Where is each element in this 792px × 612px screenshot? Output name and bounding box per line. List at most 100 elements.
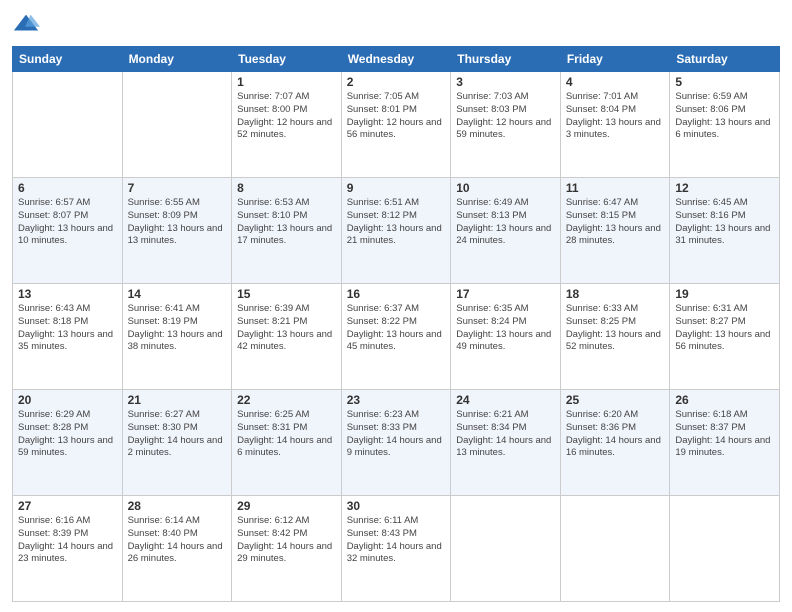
day-info: Sunrise: 6:35 AM Sunset: 8:24 PM Dayligh… [456, 303, 555, 354]
day-number: 17 [456, 287, 555, 301]
calendar-cell: 8 Sunrise: 6:53 AM Sunset: 8:10 PM Daylig… [232, 178, 342, 284]
calendar-cell: 16 Sunrise: 6:37 AM Sunset: 8:22 PM Dayli… [341, 284, 451, 390]
day-info: Sunrise: 6:57 AM Sunset: 8:07 PM Dayligh… [18, 197, 117, 248]
day-number: 3 [456, 75, 555, 89]
day-info: Sunrise: 6:18 AM Sunset: 8:37 PM Dayligh… [675, 409, 774, 460]
day-number: 30 [347, 499, 446, 513]
calendar-cell: 25 Sunrise: 6:20 AM Sunset: 8:36 PM Dayli… [560, 390, 670, 496]
calendar-cell: 24 Sunrise: 6:21 AM Sunset: 8:34 PM Dayli… [451, 390, 561, 496]
day-info: Sunrise: 6:14 AM Sunset: 8:40 PM Dayligh… [128, 515, 227, 566]
day-number: 20 [18, 393, 117, 407]
calendar-table: SundayMondayTuesdayWednesdayThursdayFrid… [12, 46, 780, 602]
calendar-cell: 17 Sunrise: 6:35 AM Sunset: 8:24 PM Dayli… [451, 284, 561, 390]
day-info: Sunrise: 6:12 AM Sunset: 8:42 PM Dayligh… [237, 515, 336, 566]
day-number: 6 [18, 181, 117, 195]
day-info: Sunrise: 7:03 AM Sunset: 8:03 PM Dayligh… [456, 91, 555, 142]
day-info: Sunrise: 6:37 AM Sunset: 8:22 PM Dayligh… [347, 303, 446, 354]
day-number: 9 [347, 181, 446, 195]
day-info: Sunrise: 6:47 AM Sunset: 8:15 PM Dayligh… [566, 197, 665, 248]
logo-icon [12, 10, 40, 38]
calendar-cell: 22 Sunrise: 6:25 AM Sunset: 8:31 PM Dayli… [232, 390, 342, 496]
calendar-cell: 15 Sunrise: 6:39 AM Sunset: 8:21 PM Dayli… [232, 284, 342, 390]
calendar-cell: 6 Sunrise: 6:57 AM Sunset: 8:07 PM Daylig… [13, 178, 123, 284]
day-info: Sunrise: 6:59 AM Sunset: 8:06 PM Dayligh… [675, 91, 774, 142]
day-number: 23 [347, 393, 446, 407]
day-info: Sunrise: 6:39 AM Sunset: 8:21 PM Dayligh… [237, 303, 336, 354]
day-number: 8 [237, 181, 336, 195]
day-info: Sunrise: 6:23 AM Sunset: 8:33 PM Dayligh… [347, 409, 446, 460]
calendar-cell: 11 Sunrise: 6:47 AM Sunset: 8:15 PM Dayli… [560, 178, 670, 284]
day-info: Sunrise: 6:41 AM Sunset: 8:19 PM Dayligh… [128, 303, 227, 354]
day-number: 11 [566, 181, 665, 195]
day-number: 2 [347, 75, 446, 89]
calendar-cell: 23 Sunrise: 6:23 AM Sunset: 8:33 PM Dayli… [341, 390, 451, 496]
weekday-header: Saturday [670, 47, 780, 72]
day-info: Sunrise: 6:27 AM Sunset: 8:30 PM Dayligh… [128, 409, 227, 460]
day-number: 24 [456, 393, 555, 407]
day-number: 15 [237, 287, 336, 301]
weekday-header: Sunday [13, 47, 123, 72]
calendar-cell: 7 Sunrise: 6:55 AM Sunset: 8:09 PM Daylig… [122, 178, 232, 284]
day-number: 22 [237, 393, 336, 407]
calendar-cell: 28 Sunrise: 6:14 AM Sunset: 8:40 PM Dayli… [122, 496, 232, 602]
calendar-cell: 26 Sunrise: 6:18 AM Sunset: 8:37 PM Dayli… [670, 390, 780, 496]
day-info: Sunrise: 6:33 AM Sunset: 8:25 PM Dayligh… [566, 303, 665, 354]
day-info: Sunrise: 6:43 AM Sunset: 8:18 PM Dayligh… [18, 303, 117, 354]
calendar-cell: 13 Sunrise: 6:43 AM Sunset: 8:18 PM Dayli… [13, 284, 123, 390]
day-number: 25 [566, 393, 665, 407]
day-info: Sunrise: 6:55 AM Sunset: 8:09 PM Dayligh… [128, 197, 227, 248]
day-info: Sunrise: 6:25 AM Sunset: 8:31 PM Dayligh… [237, 409, 336, 460]
calendar-week-row: 6 Sunrise: 6:57 AM Sunset: 8:07 PM Daylig… [13, 178, 780, 284]
day-number: 16 [347, 287, 446, 301]
day-info: Sunrise: 6:51 AM Sunset: 8:12 PM Dayligh… [347, 197, 446, 248]
day-info: Sunrise: 6:11 AM Sunset: 8:43 PM Dayligh… [347, 515, 446, 566]
day-info: Sunrise: 6:53 AM Sunset: 8:10 PM Dayligh… [237, 197, 336, 248]
weekday-header: Friday [560, 47, 670, 72]
calendar-cell [560, 496, 670, 602]
weekday-header: Monday [122, 47, 232, 72]
day-info: Sunrise: 6:49 AM Sunset: 8:13 PM Dayligh… [456, 197, 555, 248]
calendar-cell: 14Sunrise: 6:41 AM Sunset: 8:19 PM Dayli… [122, 284, 232, 390]
day-number: 12 [675, 181, 774, 195]
day-number: 10 [456, 181, 555, 195]
day-info: Sunrise: 6:16 AM Sunset: 8:39 PM Dayligh… [18, 515, 117, 566]
calendar-cell: 3 Sunrise: 7:03 AM Sunset: 8:03 PM Daylig… [451, 72, 561, 178]
calendar-cell: 1Sunrise: 7:07 AM Sunset: 8:00 PM Daylig… [232, 72, 342, 178]
calendar-cell [13, 72, 123, 178]
day-number: 18 [566, 287, 665, 301]
calendar-cell: 10 Sunrise: 6:49 AM Sunset: 8:13 PM Dayli… [451, 178, 561, 284]
weekday-header: Tuesday [232, 47, 342, 72]
day-info: Sunrise: 6:21 AM Sunset: 8:34 PM Dayligh… [456, 409, 555, 460]
logo [12, 10, 44, 38]
calendar-week-row: 27Sunrise: 6:16 AM Sunset: 8:39 PM Dayli… [13, 496, 780, 602]
calendar-cell: 19 Sunrise: 6:31 AM Sunset: 8:27 PM Dayli… [670, 284, 780, 390]
day-number: 13 [18, 287, 117, 301]
day-number: 7 [128, 181, 227, 195]
calendar-cell [451, 496, 561, 602]
calendar-cell: 18 Sunrise: 6:33 AM Sunset: 8:25 PM Dayli… [560, 284, 670, 390]
header [12, 10, 780, 38]
day-number: 26 [675, 393, 774, 407]
weekday-header: Wednesday [341, 47, 451, 72]
calendar-week-row: 13 Sunrise: 6:43 AM Sunset: 8:18 PM Dayli… [13, 284, 780, 390]
calendar-cell: 12Sunrise: 6:45 AM Sunset: 8:16 PM Dayli… [670, 178, 780, 284]
calendar-cell: 20 Sunrise: 6:29 AM Sunset: 8:28 PM Dayli… [13, 390, 123, 496]
calendar-cell: 21Sunrise: 6:27 AM Sunset: 8:30 PM Dayli… [122, 390, 232, 496]
day-number: 29 [237, 499, 336, 513]
day-info: Sunrise: 6:20 AM Sunset: 8:36 PM Dayligh… [566, 409, 665, 460]
day-number: 5 [675, 75, 774, 89]
header-row: SundayMondayTuesdayWednesdayThursdayFrid… [13, 47, 780, 72]
calendar-week-row: 1Sunrise: 7:07 AM Sunset: 8:00 PM Daylig… [13, 72, 780, 178]
calendar-cell: 5 Sunrise: 6:59 AM Sunset: 8:06 PM Daylig… [670, 72, 780, 178]
day-number: 19 [675, 287, 774, 301]
day-number: 28 [128, 499, 227, 513]
calendar-cell: 29 Sunrise: 6:12 AM Sunset: 8:42 PM Dayli… [232, 496, 342, 602]
calendar-cell: 27Sunrise: 6:16 AM Sunset: 8:39 PM Dayli… [13, 496, 123, 602]
calendar-cell [122, 72, 232, 178]
calendar-cell: 30 Sunrise: 6:11 AM Sunset: 8:43 PM Dayli… [341, 496, 451, 602]
day-info: Sunrise: 6:29 AM Sunset: 8:28 PM Dayligh… [18, 409, 117, 460]
day-info: Sunrise: 6:31 AM Sunset: 8:27 PM Dayligh… [675, 303, 774, 354]
day-number: 4 [566, 75, 665, 89]
day-number: 1 [237, 75, 336, 89]
calendar-cell: 9 Sunrise: 6:51 AM Sunset: 8:12 PM Daylig… [341, 178, 451, 284]
